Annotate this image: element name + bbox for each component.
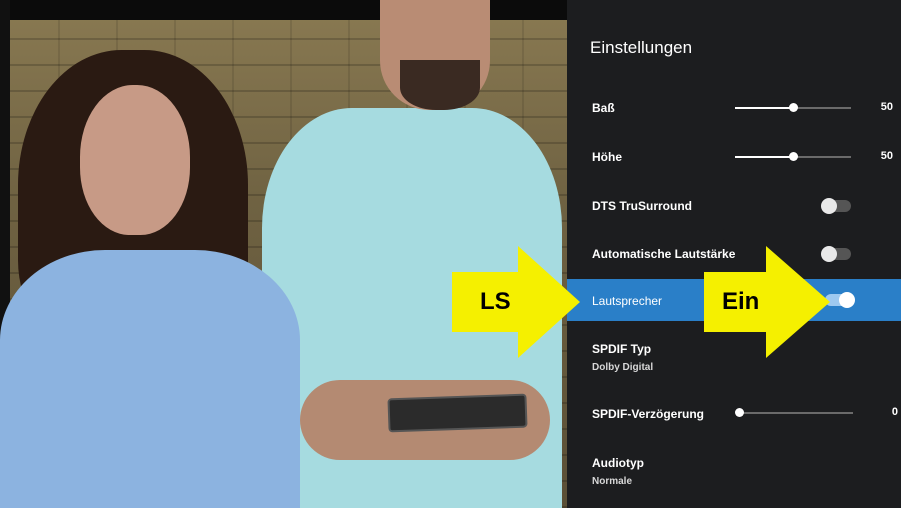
setting-row-spdif-delay[interactable]: SPDIF-Verzögerung 0	[567, 395, 901, 429]
tablet-device	[387, 393, 528, 433]
toggle-knob	[839, 292, 855, 308]
setting-row-bass[interactable]: Baß 50	[567, 92, 901, 122]
setting-row-dts-trusurround[interactable]: DTS TruSurround	[567, 190, 901, 220]
setting-label: Lautsprecher	[592, 294, 663, 308]
bass-slider[interactable]	[735, 103, 851, 112]
man-beard	[400, 60, 480, 110]
left-arrow-label: LS	[480, 288, 511, 315]
toggle-knob	[821, 198, 837, 214]
left-arrow-annotation	[452, 246, 580, 358]
girl-shirt	[0, 250, 300, 508]
setting-sublabel: Normale	[592, 476, 633, 487]
bass-slider-knob[interactable]	[789, 103, 798, 112]
spdif-delay-value: 0	[891, 406, 898, 418]
treble-slider-knob[interactable]	[789, 152, 798, 161]
spdif-delay-slider-knob[interactable]	[735, 408, 744, 417]
bass-slider-fill	[735, 107, 793, 109]
arrow-shape	[452, 246, 580, 358]
spdif-delay-slider[interactable]	[735, 408, 853, 417]
tv-screen: Einstellungen Baß 50 Höhe 50 DTS TruSurr…	[0, 0, 901, 508]
setting-row-audio-type[interactable]: Audiotyp Normale	[567, 450, 901, 494]
treble-slider-fill	[735, 156, 793, 158]
treble-slider[interactable]	[735, 152, 851, 161]
setting-label: SPDIF-Verzögerung	[592, 407, 705, 421]
setting-sublabel: Dolby Digital	[592, 362, 654, 373]
right-arrow-label: Ein	[722, 288, 760, 315]
setting-row-treble[interactable]: Höhe 50	[567, 141, 901, 171]
treble-value: 50	[880, 150, 893, 162]
bass-value: 50	[880, 101, 893, 113]
setting-label: DTS TruSurround	[592, 199, 692, 213]
setting-label: Audiotyp	[592, 456, 644, 470]
panel-title: Einstellungen	[590, 38, 693, 57]
setting-label: SPDIF Typ	[592, 342, 652, 356]
setting-label: Baß	[592, 101, 615, 115]
setting-label: Höhe	[592, 150, 622, 164]
dts-toggle[interactable]	[821, 198, 851, 214]
girl-face	[80, 85, 190, 235]
